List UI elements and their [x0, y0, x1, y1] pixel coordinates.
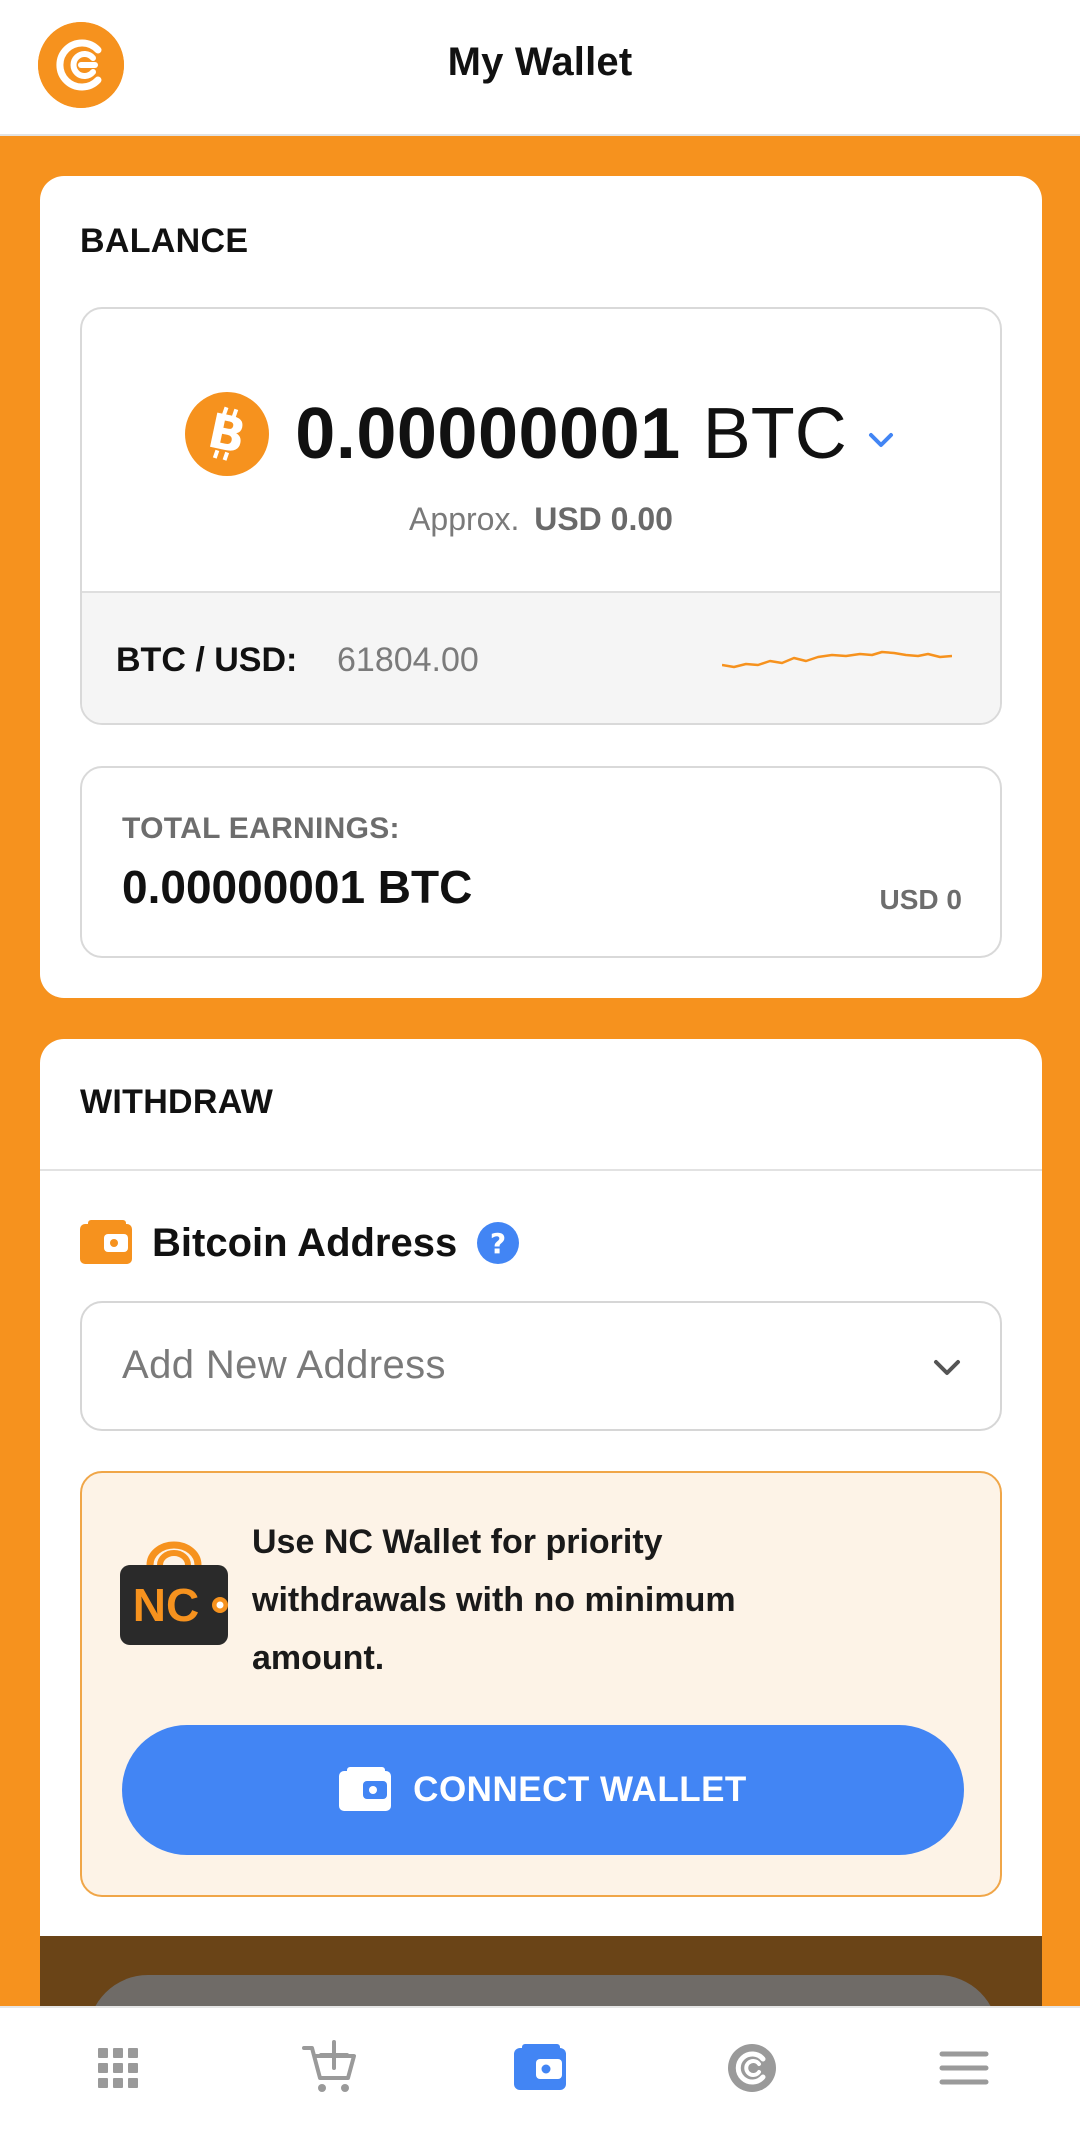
promo-text: Use NC Wallet for priority withdrawals w…: [252, 1523, 736, 1677]
earnings-usd: USD 0: [879, 884, 962, 915]
coin-icon[interactable]: [722, 2038, 782, 2098]
top-bar: My Wallet: [0, 0, 1080, 136]
nc-wallet-logo-icon: NC: [120, 1541, 228, 1645]
balance-box: B 0.00000001 BTC Approx. USD 0.00 BTC / …: [80, 307, 1002, 725]
bitcoin-icon: B: [185, 392, 270, 476]
earnings-amount: 0.00000001 BTC: [122, 861, 473, 913]
svg-text:?: ?: [490, 1227, 506, 1260]
wallet-icon: [80, 1220, 132, 1266]
balance-amount-row[interactable]: B 0.00000001 BTC: [82, 384, 1000, 484]
wallet-icon[interactable]: [510, 2038, 570, 2098]
balance-unit: BTC: [702, 394, 847, 474]
menu-icon[interactable]: [934, 2038, 994, 2098]
chevron-down-icon: [934, 1360, 960, 1375]
bottom-nav: [0, 2006, 1080, 2130]
page-title: My Wallet: [447, 40, 633, 84]
address-title: Bitcoin Address: [152, 1220, 458, 1265]
balance-card: BALANCE B 0.00000001 BTC Approx. USD 0.0…: [40, 176, 1042, 998]
withdraw-section-label: WITHDRAW: [80, 1083, 274, 1121]
balance-approx: Approx. USD 0.00: [82, 501, 1000, 538]
address-heading: Bitcoin Address ?: [80, 1218, 520, 1268]
divider: [40, 1169, 1042, 1171]
rate-label: BTC / USD:: [116, 641, 298, 679]
cart-add-icon[interactable]: [300, 2038, 360, 2098]
grid-icon[interactable]: [88, 2038, 148, 2098]
rate-value: 61804.00: [337, 641, 479, 679]
approx-value: USD 0.00: [534, 501, 673, 537]
price-sparkline: [722, 650, 952, 669]
balance-amount: 0.00000001: [295, 394, 681, 474]
balance-section-label: BALANCE: [80, 222, 249, 260]
chevron-down-icon[interactable]: [865, 424, 897, 456]
help-icon[interactable]: ?: [477, 1222, 520, 1264]
nc-logo-text: NC: [133, 1579, 199, 1631]
earnings-label: TOTAL EARNINGS:: [122, 812, 400, 845]
address-placeholder: Add New Address: [122, 1343, 446, 1387]
connect-wallet-button[interactable]: CONNECT WALLET: [122, 1725, 964, 1855]
rate-strip: BTC / USD: 61804.00: [82, 591, 1000, 723]
approx-prefix: Approx.: [409, 501, 520, 537]
earnings-box: TOTAL EARNINGS: 0.00000001 BTC USD 0: [80, 766, 1002, 958]
wallet-icon: [339, 1767, 392, 1813]
connect-wallet-label: CONNECT WALLET: [413, 1770, 747, 1809]
address-select[interactable]: Add New Address: [80, 1301, 1002, 1431]
nc-wallet-promo: NC Use NC Wallet for priority withdrawal…: [80, 1471, 1002, 1897]
